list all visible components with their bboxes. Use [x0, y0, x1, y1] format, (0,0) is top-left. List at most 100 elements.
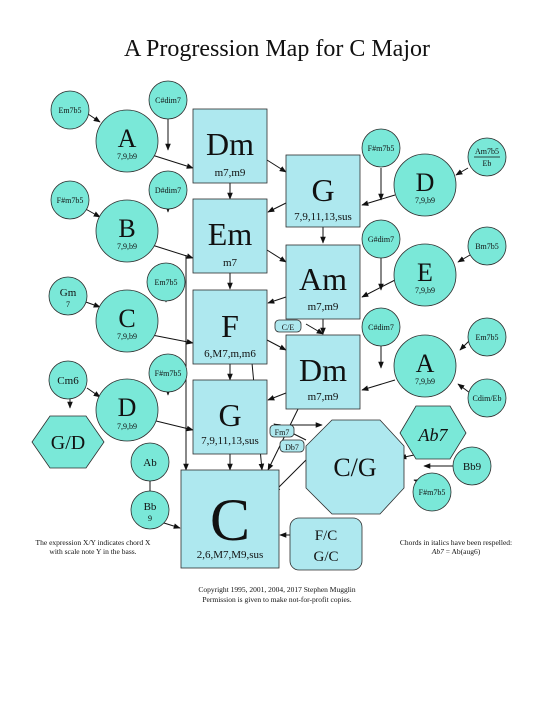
chord-box-g-top: G 7,9,11,13,sus — [285, 154, 361, 228]
chord-box-dm-top: Dm m7,m9 — [192, 108, 268, 184]
chord-circle-d-left: D 7,9,b9 — [95, 378, 159, 442]
chord-name: G — [311, 172, 334, 208]
pill-db7: Db7 — [279, 439, 305, 453]
small-circle-dsdim7: D#dim7 — [148, 170, 188, 210]
chord-box-dm-low: Dm m7,m9 — [285, 334, 361, 410]
chord-extensions: 7,9,11,13,sus — [294, 211, 352, 223]
svg-text:C#dim7: C#dim7 — [368, 323, 394, 332]
small-circle-fsm7b5-d: F#m7b5 — [148, 353, 188, 393]
small-circle-fsm7b5-cg: F#m7b5 — [412, 472, 452, 512]
svg-text:Eb: Eb — [483, 159, 492, 168]
small-circle-cdim-eb: Cdim/Eb — [467, 378, 507, 418]
small-circle-gm: Gm 7 — [48, 276, 88, 316]
chord-name: Em — [208, 216, 253, 252]
svg-text:Bm7b5: Bm7b5 — [475, 242, 499, 251]
svg-text:7,9,b9: 7,9,b9 — [117, 152, 137, 161]
small-circle-bb: Bb 9 — [130, 490, 170, 530]
small-circle-bm7b5: Bm7b5 — [467, 226, 507, 266]
chord-extensions: 7,9,11,13,sus — [201, 435, 259, 447]
chord-box-c: C 2,6,M7,M9,sus — [180, 469, 280, 569]
small-circle-gsdim7: G#dim7 — [361, 219, 401, 259]
chord-box-em: Em m7 — [192, 198, 268, 274]
svg-text:Cm6: Cm6 — [57, 375, 79, 387]
small-circle-em7b5-c: Em7b5 — [146, 262, 186, 302]
svg-text:7,9,b9: 7,9,b9 — [415, 196, 435, 205]
chord-box-f: F 6,M7,m,m6 — [192, 289, 268, 365]
chord-name: C — [210, 487, 250, 553]
chord-name: F — [221, 308, 239, 344]
progression-map: A Progression Map for C Major Dm m7,m9 G… — [31, 36, 512, 604]
chord-name: G — [218, 397, 241, 433]
svg-text:7,9,b9: 7,9,b9 — [117, 422, 137, 431]
svg-text:Bb9: Bb9 — [463, 461, 482, 473]
svg-text:G/D: G/D — [51, 432, 85, 454]
chord-circle-b-left: B 7,9,b9 — [95, 199, 159, 263]
svg-text:C: C — [118, 304, 135, 333]
small-circle-fsm7b5-b: F#m7b5 — [50, 180, 90, 220]
svg-text:7,9,b9: 7,9,b9 — [415, 286, 435, 295]
octagon-cg: C/G — [305, 419, 405, 515]
svg-text:A: A — [416, 349, 435, 378]
svg-text:A: A — [118, 124, 137, 153]
svg-text:D: D — [118, 393, 137, 422]
chord-circle-a-right: A 7,9,b9 — [393, 334, 457, 398]
chord-gc: G/C — [313, 549, 338, 565]
chord-extensions: 6,M7,m,m6 — [204, 348, 256, 360]
chord-box-am: Am m7,m9 — [285, 244, 361, 320]
hexagon-ab7: Ab7 — [399, 405, 467, 460]
copyright-line-1: Copyright 1995, 2001, 2004, 2017 Stephen… — [198, 585, 356, 594]
svg-text:Em7b5: Em7b5 — [154, 278, 177, 287]
small-circle-em7b5-a: Em7b5 — [50, 90, 90, 130]
chord-name: Dm — [206, 126, 254, 162]
small-circle-ab: Ab — [130, 442, 170, 482]
chord-fc: F/C — [315, 528, 338, 544]
svg-text:B: B — [118, 214, 135, 243]
svg-text:E: E — [417, 258, 433, 287]
chord-extensions: m7 — [223, 257, 238, 269]
svg-text:F#m7b5: F#m7b5 — [57, 196, 84, 205]
svg-text:Am7b5: Am7b5 — [475, 147, 499, 156]
svg-text:7,9,b9: 7,9,b9 — [117, 332, 137, 341]
svg-text:7: 7 — [66, 300, 70, 309]
hexagon-gd: G/D — [31, 415, 105, 469]
pill-fm7: Fm7 — [269, 424, 295, 438]
svg-text:G#dim7: G#dim7 — [368, 235, 394, 244]
small-circle-cm6: Cm6 — [48, 360, 88, 400]
pill-ce: C/E — [274, 319, 302, 333]
svg-text:7,9,b9: 7,9,b9 — [117, 242, 137, 251]
chord-name: Dm — [299, 352, 347, 388]
svg-text:Ab: Ab — [143, 457, 157, 469]
small-circle-csdim7-r: C#dim7 — [361, 307, 401, 347]
chord-circle-a-left: A 7,9,b9 — [95, 109, 159, 173]
svg-text:Gm: Gm — [60, 287, 77, 299]
small-circle-fsm7b5-r: F#m7b5 — [361, 128, 401, 168]
svg-text:Ab7: Ab7 — [418, 425, 449, 445]
svg-text:C/E: C/E — [282, 323, 295, 332]
svg-text:Em7b5: Em7b5 — [475, 333, 498, 342]
svg-text:Fm7: Fm7 — [275, 428, 290, 437]
chord-extensions: 2,6,M7,M9,sus — [197, 549, 264, 561]
note-right-1: Chords in italics have been respelled: — [400, 538, 512, 547]
svg-text:9: 9 — [148, 514, 152, 523]
svg-text:F#m7b5: F#m7b5 — [419, 488, 446, 497]
copyright-line-2: Permission is given to make not-for-prof… — [202, 595, 351, 604]
svg-text:C/G: C/G — [333, 453, 376, 482]
chord-box-g-low: G 7,9,11,13,sus — [192, 379, 268, 455]
svg-text:Em7b5: Em7b5 — [58, 106, 81, 115]
chord-extensions: m7,m9 — [308, 391, 339, 403]
note-left-1: The expression X/Y indicates chord X — [36, 538, 151, 547]
svg-text:Db7: Db7 — [285, 443, 299, 452]
svg-text:Bb: Bb — [144, 501, 157, 513]
chord-name: Am — [299, 261, 347, 297]
svg-text:C#dim7: C#dim7 — [155, 96, 181, 105]
svg-text:Cdim/Eb: Cdim/Eb — [473, 394, 502, 403]
chord-extensions: m7,m9 — [308, 301, 339, 313]
small-circle-em7b5-r: Em7b5 — [467, 317, 507, 357]
svg-text:F#m7b5: F#m7b5 — [368, 144, 395, 153]
chord-extensions: m7,m9 — [215, 167, 246, 179]
note-left-2: with scale note Y in the bass. — [49, 547, 136, 556]
small-circle-bb9: Bb9 — [452, 446, 492, 486]
chord-box-fc-gc: F/C G/C — [289, 517, 363, 571]
page-title: A Progression Map for C Major — [124, 36, 430, 62]
svg-text:D: D — [416, 168, 435, 197]
